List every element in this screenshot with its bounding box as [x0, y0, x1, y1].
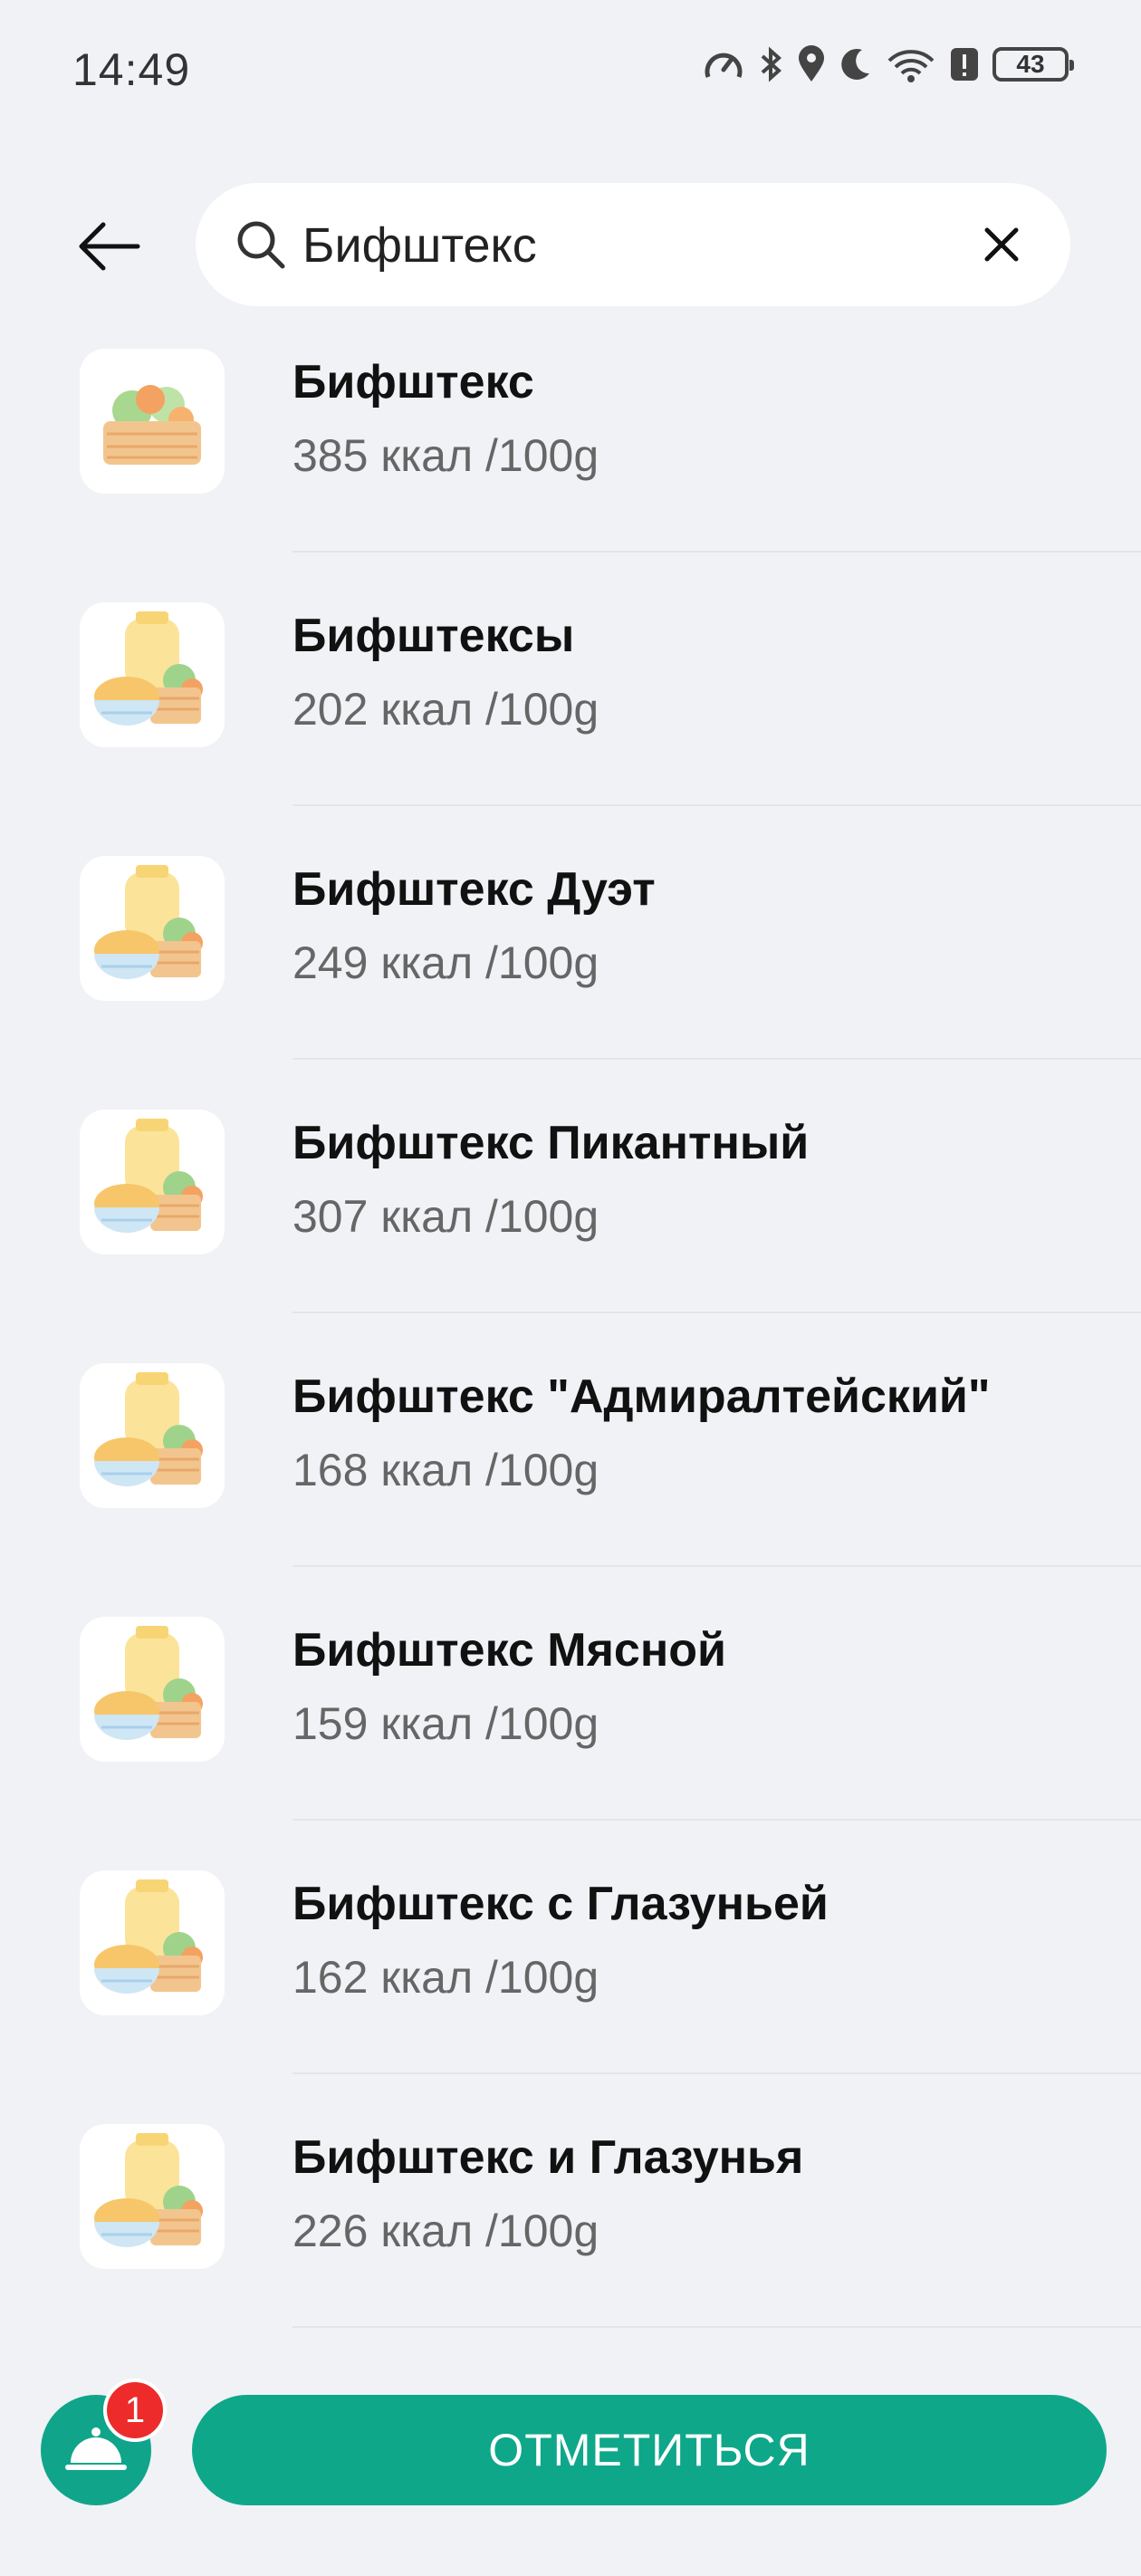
back-button[interactable]	[72, 210, 145, 283]
divider	[292, 1312, 1141, 1313]
divider	[292, 2072, 1141, 2074]
status-icons: 43	[703, 45, 1074, 83]
divider	[292, 551, 1141, 553]
divider	[292, 1058, 1141, 1060]
divider	[292, 804, 1141, 806]
bluetooth-icon	[761, 46, 782, 82]
item-name: Бифштекс и Глазунья	[292, 2131, 804, 2184]
wifi-icon	[887, 50, 935, 82]
meal-set-icon	[80, 602, 225, 747]
item-name: Бифштекс Пикантный	[292, 1117, 810, 1169]
meal-set-icon	[80, 856, 225, 1001]
item-name: Бифштекс с Глазуньей	[292, 1878, 829, 1930]
divider	[292, 1565, 1141, 1567]
status-bar: 14:49 43	[0, 0, 1141, 145]
alert-icon	[951, 48, 978, 81]
status-time: 14:49	[72, 44, 191, 95]
search-icon	[237, 221, 285, 269]
item-name: Бифштекс Дуэт	[292, 863, 656, 916]
clear-search-button[interactable]	[978, 221, 1025, 268]
close-icon	[984, 227, 1019, 262]
meal-set-icon	[80, 2124, 225, 2269]
item-name: Бифштекс Мясной	[292, 1624, 726, 1677]
divider	[292, 1819, 1141, 1821]
meal-set-icon	[80, 1110, 225, 1254]
item-calories: 202 ккал /100g	[292, 684, 599, 735]
arrow-left-icon	[79, 222, 140, 271]
list-item[interactable]: Бифштекс Мясной 159 ккал /100g	[0, 1603, 1141, 1857]
item-name: Бифштекс	[292, 356, 534, 409]
data-speed-icon	[705, 53, 743, 78]
battery-level: 43	[1016, 50, 1045, 78]
item-name: Бифштексы	[292, 610, 575, 662]
divider	[292, 2326, 1141, 2328]
list-item[interactable]: Бифштекс и Глазунья 226 ккал /100g	[0, 2110, 1141, 2364]
item-calories: 168 ккал /100g	[292, 1445, 599, 1495]
item-calories: 162 ккал /100g	[292, 1952, 599, 2003]
battery-icon: 43	[992, 47, 1074, 82]
item-calories: 307 ккал /100g	[292, 1191, 599, 1242]
item-name: Бифштекс "Адмиралтейский"	[292, 1370, 991, 1423]
meal-set-icon	[80, 1870, 225, 2015]
moon-icon	[841, 48, 869, 80]
item-calories: 159 ккал /100g	[292, 1698, 599, 1749]
check-in-button[interactable]: ОТМЕТИТЬСЯ	[192, 2395, 1107, 2505]
salad-basket-icon	[80, 349, 225, 494]
list-item[interactable]: Бифштекс "Адмиралтейский" 168 ккал /100g	[0, 1350, 1141, 1603]
meal-set-icon	[80, 1363, 225, 1508]
list-item[interactable]: Бифштексы 202 ккал /100g	[0, 589, 1141, 842]
item-calories: 385 ккал /100g	[292, 430, 599, 481]
list-item[interactable]: Бифштекс Пикантный 307 ккал /100g	[0, 1096, 1141, 1350]
location-icon	[799, 45, 824, 82]
list-item[interactable]: Бифштекс 385 ккал /100g	[0, 335, 1141, 589]
item-calories: 249 ккал /100g	[292, 937, 599, 988]
meal-set-icon	[80, 1617, 225, 1762]
search-query[interactable]: Бифштекс	[302, 217, 537, 274]
search-input[interactable]: Бифштекс	[196, 183, 1070, 306]
search-results-list: Бифштекс 385 ккал /100g Бифштексы 202 кк…	[0, 335, 1141, 2364]
list-item[interactable]: Бифштекс с Глазуньей 162 ккал /100g	[0, 1857, 1141, 2110]
list-item[interactable]: Бифштекс Дуэт 249 ккал /100g	[0, 842, 1141, 1096]
item-calories: 226 ккал /100g	[292, 2206, 599, 2256]
tray-count-badge: 1	[103, 2379, 167, 2442]
